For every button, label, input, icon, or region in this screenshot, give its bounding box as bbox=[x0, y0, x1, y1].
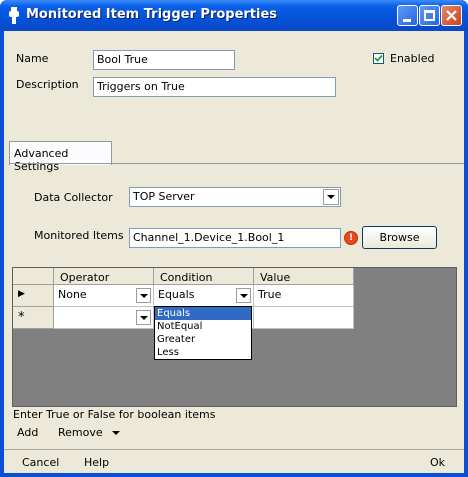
column-header-operator[interactable]: Operator bbox=[54, 268, 154, 285]
chevron-down-icon bbox=[327, 195, 335, 199]
close-icon bbox=[446, 10, 457, 21]
minimize-button[interactable] bbox=[397, 5, 418, 26]
condition-dropdown-button[interactable] bbox=[236, 288, 251, 303]
cancel-button[interactable]: Cancel bbox=[22, 456, 59, 469]
operator-dropdown-button[interactable] bbox=[136, 288, 151, 303]
condition-option[interactable]: Equals bbox=[155, 307, 251, 320]
enabled-label: Enabled bbox=[390, 52, 435, 65]
title-bar[interactable]: Monitored Item Trigger Properties bbox=[0, 0, 468, 31]
window-title: Monitored Item Trigger Properties bbox=[26, 7, 278, 22]
monitored-items-label: Monitored Items bbox=[34, 229, 124, 242]
column-header-condition[interactable]: Condition bbox=[154, 268, 254, 285]
monitored-items-field[interactable]: Channel_1.Device_1.Bool_1 bbox=[129, 228, 341, 248]
chevron-down-icon bbox=[140, 294, 148, 298]
window-frame-bottom bbox=[0, 473, 468, 477]
grid-toolbar: Add Remove bbox=[12, 421, 457, 443]
help-button[interactable]: Help bbox=[84, 456, 109, 469]
add-button[interactable]: Add bbox=[17, 426, 38, 439]
condition-option[interactable]: NotEqual bbox=[155, 320, 251, 333]
condition-option[interactable]: Greater bbox=[155, 333, 251, 346]
new-operator-dropdown-button[interactable] bbox=[136, 310, 151, 325]
app-icon bbox=[9, 7, 19, 24]
checkmark-icon bbox=[374, 54, 383, 62]
column-header-value[interactable]: Value bbox=[254, 268, 354, 285]
condition-dropdown-list: Equals NotEqual Greater Less bbox=[154, 306, 252, 360]
tab-advanced-settings[interactable]: Advanced Settings bbox=[9, 141, 112, 173]
remove-button[interactable]: Remove bbox=[58, 426, 103, 439]
name-label: Name bbox=[16, 52, 49, 65]
maximize-button[interactable] bbox=[419, 5, 440, 26]
description-field[interactable]: Triggers on True bbox=[93, 77, 336, 97]
enabled-checkbox[interactable] bbox=[373, 53, 384, 64]
ok-button[interactable]: Ok bbox=[430, 456, 445, 469]
chevron-down-icon bbox=[112, 431, 120, 435]
grid-corner bbox=[13, 268, 54, 285]
browse-button[interactable]: Browse bbox=[362, 226, 437, 249]
data-collector-value: TOP Server bbox=[133, 190, 195, 203]
minimize-icon bbox=[403, 19, 411, 22]
condition-option[interactable]: Less bbox=[155, 346, 251, 359]
description-label: Description bbox=[16, 78, 79, 91]
dialog-window: Monitored Item Trigger Properties Name B… bbox=[0, 0, 468, 477]
tab-divider bbox=[9, 163, 464, 164]
name-field[interactable]: Bool True bbox=[93, 50, 235, 70]
operator-cell[interactable]: None bbox=[54, 285, 154, 307]
row-selector-new[interactable]: * bbox=[13, 307, 54, 329]
row-selector-current[interactable]: ▶ bbox=[13, 285, 54, 307]
value-cell[interactable]: True bbox=[254, 285, 354, 307]
dialog-footer: Cancel Help Ok bbox=[4, 449, 464, 473]
operator-value: None bbox=[58, 288, 87, 301]
maximize-icon bbox=[424, 10, 435, 21]
new-operator-cell[interactable] bbox=[54, 307, 154, 329]
condition-value: Equals bbox=[158, 288, 195, 301]
data-collector-select[interactable]: TOP Server bbox=[129, 187, 341, 207]
tab-label: Advanced Settings bbox=[14, 147, 69, 173]
dropdown-button[interactable] bbox=[323, 189, 339, 205]
data-collector-label: Data Collector bbox=[34, 191, 113, 204]
warning-icon: ! bbox=[344, 231, 358, 245]
chevron-down-icon bbox=[240, 294, 248, 298]
dialog-body: Name Bool True Enabled Description Trigg… bbox=[4, 31, 464, 473]
hint-text: Enter True or False for boolean items bbox=[13, 408, 216, 421]
close-button[interactable] bbox=[441, 5, 462, 26]
condition-cell[interactable]: Equals bbox=[154, 285, 254, 307]
chevron-down-icon bbox=[140, 316, 148, 320]
new-value-cell[interactable] bbox=[254, 307, 354, 329]
